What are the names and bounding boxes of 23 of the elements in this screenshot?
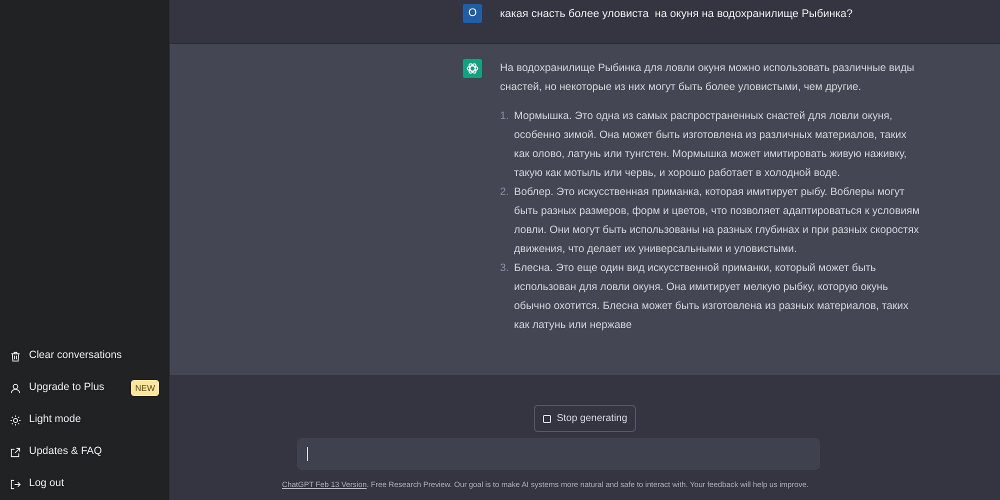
logout-icon bbox=[10, 478, 21, 490]
list-item-text: Блесна. Это еще один вид искусственной приманки, который может быть использован для ловли окуня. Она имитирует мелкую рыбку, которую окунь обычно охотится. Блесна может быть изготовлена из разных материалов, таких как латунь или нержаве bbox=[514, 261, 910, 333]
external-link-icon bbox=[10, 446, 21, 458]
user-avatar: O bbox=[463, 4, 482, 23]
sidebar-item[interactable]: Log out bbox=[8, 468, 161, 500]
sidebar-item[interactable]: Upgrade to Plus NEW bbox=[8, 372, 161, 404]
sun-icon bbox=[10, 414, 21, 426]
list-item-text: Воблер. Это искусственная приманка, которая имитирует рыбу. Воблеры могут быть разных размеров, форм и цветов, что позволяет адаптироваться к условиям ловли. Они могут быть использованы на разных глубинах и при разных скоростях движения, что делает их универсальными и уловистыми. bbox=[514, 185, 920, 257]
list-number: 2. bbox=[500, 185, 510, 200]
stop-icon bbox=[542, 414, 551, 422]
list-number: 1. bbox=[500, 109, 510, 124]
sidebar-item[interactable]: Light mode bbox=[8, 404, 161, 436]
new-badge: NEW bbox=[131, 380, 159, 396]
list-number: 3. bbox=[500, 261, 510, 276]
user-message: какая снасть более уловиста на окуня на водохранилище Рыбинка? bbox=[500, 7, 853, 22]
sidebar-item[interactable]: Updates & FAQ bbox=[8, 436, 161, 468]
trash-icon bbox=[10, 350, 21, 362]
list-item-text: Мормышка. Это одна из самых распространенных снастей для ловли окуня, особенно зимой. Она может быть изготовлена из различных материалов, таких как олово, латунь или тунгстен. Мормышка может имитировать живую наживку, такую как мотыль или червь, и хорошо работает в холодной воде. bbox=[514, 109, 908, 181]
person-icon bbox=[10, 382, 21, 394]
answer-paragraph: На водохранилище Рыбинка для ловли окуня можно использовать различные виды снастей, но некоторые из них могут быть более уловистыми, чем другие. bbox=[500, 61, 916, 95]
sidebar-item[interactable]: Clear conversations bbox=[8, 340, 161, 372]
stop-generating-button[interactable]: Stop generating bbox=[534, 405, 636, 432]
assistant-logo-icon bbox=[463, 59, 482, 78]
